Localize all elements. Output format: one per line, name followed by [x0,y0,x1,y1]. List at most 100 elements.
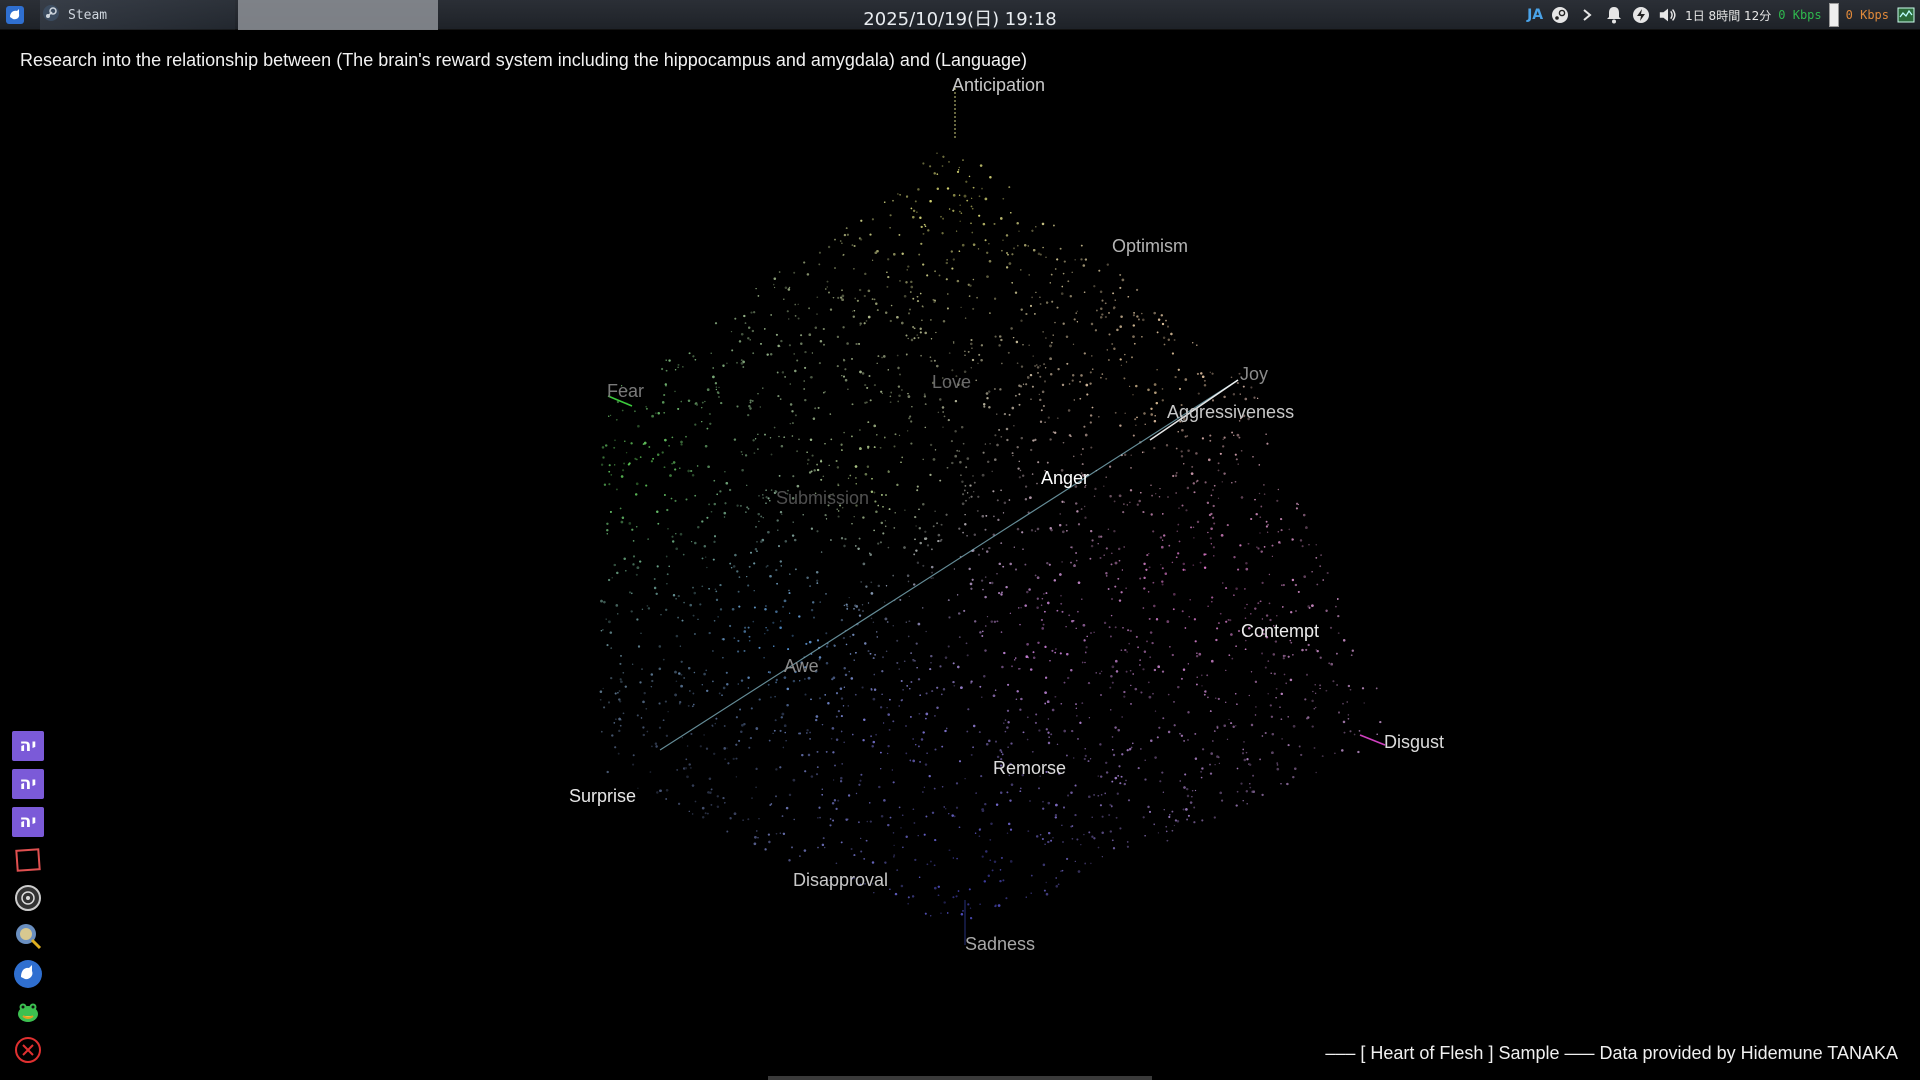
data-point [772,621,775,624]
data-point [1223,436,1226,439]
data-point [1009,860,1013,863]
data-point [664,383,667,386]
data-point [864,401,867,404]
data-point [730,567,733,569]
input-method-indicator[interactable]: JA [1527,7,1543,23]
data-point [757,295,760,297]
taskbar-item-steam[interactable]: Steam [40,0,235,30]
data-point [796,450,799,453]
bell-icon[interactable] [1604,5,1624,25]
data-point [1108,333,1111,336]
data-point [1073,399,1076,401]
data-point [862,562,866,566]
data-point [653,586,657,590]
data-point [1006,832,1009,834]
data-point [753,590,755,592]
data-point [1030,398,1032,401]
data-point [913,327,916,330]
data-point [867,602,870,604]
emotion-point-cloud[interactable]: Anticipation Optimism Joy Aggressiveness… [0,30,1920,1080]
data-point [946,187,950,190]
data-point [916,211,918,213]
data-point [1163,534,1166,537]
data-point [794,414,797,417]
data-point [1006,438,1009,442]
data-point [988,243,990,245]
data-point [971,358,975,362]
data-point [951,369,954,372]
power-icon[interactable] [1631,5,1651,25]
data-point [843,233,847,237]
data-point [1059,573,1062,576]
data-point [844,673,848,677]
data-point [1084,661,1086,664]
data-point [841,374,843,377]
data-point [1099,804,1102,807]
data-point [779,626,782,630]
data-point [1210,527,1213,530]
data-point [1123,377,1126,380]
data-point [1061,500,1064,503]
data-point [1055,877,1058,879]
data-point [981,514,985,518]
data-point [683,677,686,679]
data-point [789,403,793,406]
data-point [912,216,915,219]
data-point [862,610,864,612]
data-point [710,804,713,806]
data-point [1061,610,1064,613]
data-point [878,785,881,789]
taskbar-item-active[interactable] [238,0,438,30]
data-point [603,600,606,604]
volume-icon[interactable] [1658,5,1678,25]
data-point [1226,524,1229,527]
data-point [1265,520,1268,523]
data-point [962,159,964,161]
data-point [679,645,682,647]
system-monitor-icon[interactable] [1896,5,1916,25]
data-point [1217,697,1220,700]
chevron-right-icon[interactable] [1577,5,1597,25]
data-point [1256,397,1259,400]
data-point [1044,645,1047,648]
data-point [978,353,981,356]
data-point [934,510,936,512]
data-point [636,618,639,621]
data-point [999,388,1002,391]
data-point [1239,544,1242,547]
data-point [969,907,972,909]
data-point [826,645,829,648]
data-point [1161,771,1164,774]
data-point [1239,393,1241,395]
data-point [1089,414,1093,417]
data-point [1299,539,1303,542]
data-point [1268,602,1271,605]
data-point [970,917,973,920]
data-point [919,292,922,295]
data-point [602,629,604,631]
data-point [1336,598,1339,600]
data-point [1185,808,1188,811]
data-point [1041,837,1044,841]
data-point [728,488,732,492]
data-point [1007,746,1009,748]
data-point [1152,581,1155,584]
data-point [1172,474,1175,478]
steam-tray-icon[interactable] [1550,5,1570,25]
data-point [1200,770,1203,773]
data-point [1011,282,1013,284]
data-point [713,479,716,482]
data-point [883,799,886,802]
data-point [868,802,871,804]
data-point [959,460,962,464]
data-point [1197,392,1200,395]
data-point [1217,462,1220,465]
data-point [752,439,755,442]
app-menu-icon[interactable] [4,4,26,26]
data-point [1004,719,1007,721]
data-point [601,446,605,449]
data-point [1081,702,1084,704]
data-point [1037,252,1041,256]
data-point [780,444,784,448]
data-point [953,815,956,818]
